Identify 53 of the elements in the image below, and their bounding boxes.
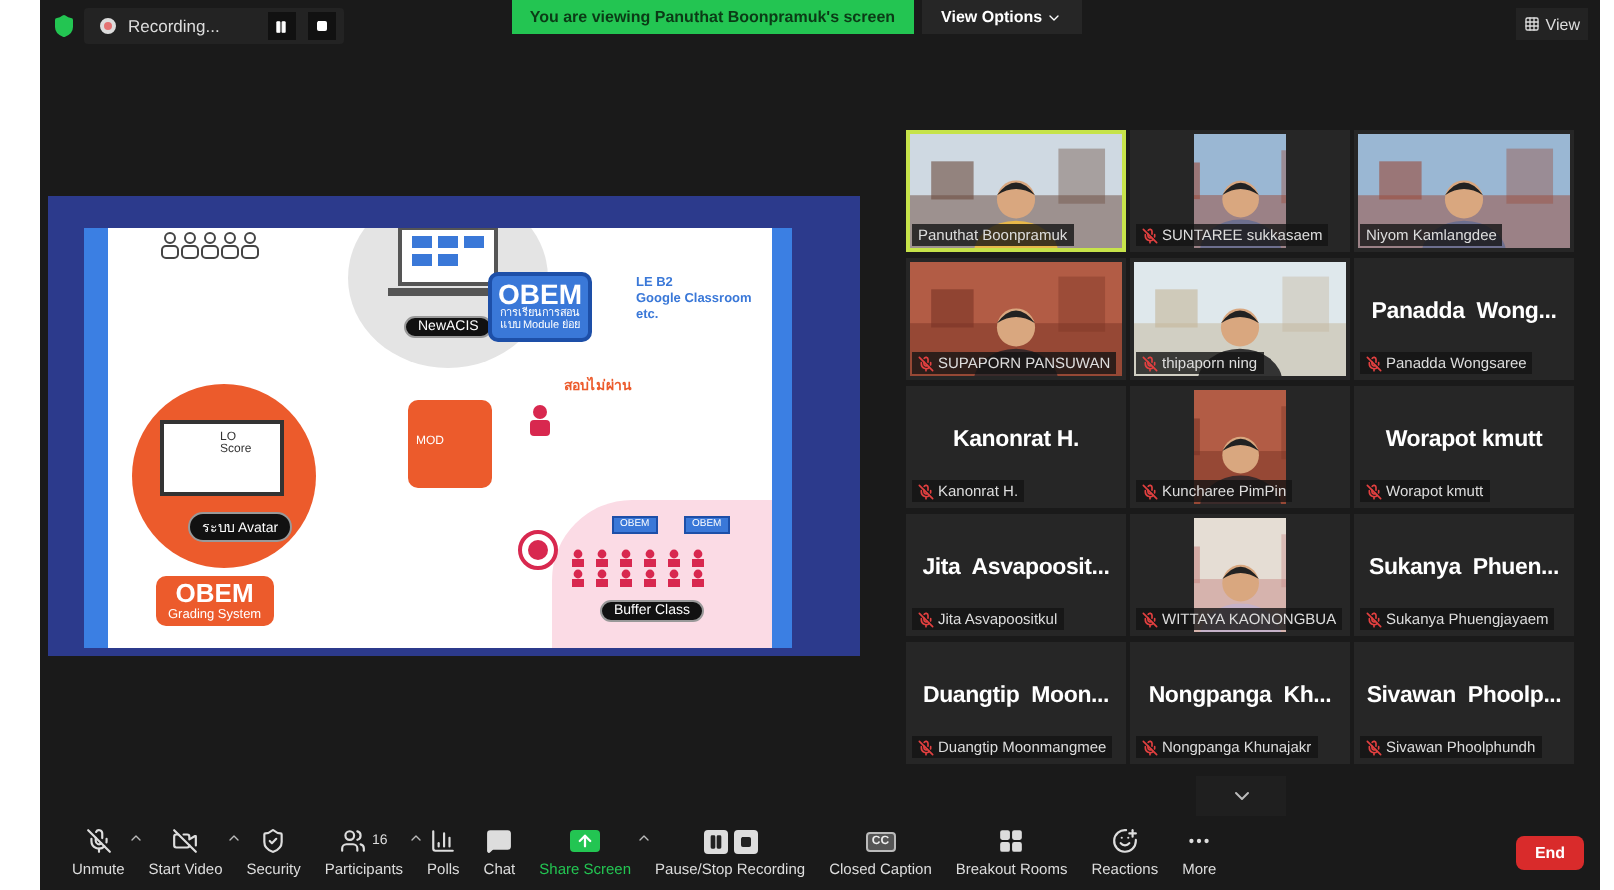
- muted-mic-icon: [1142, 355, 1158, 371]
- pause-icon: [703, 829, 728, 853]
- grid-icon: [1523, 16, 1540, 32]
- muted-mic-icon: [918, 483, 934, 499]
- grid-icon: [998, 828, 1025, 854]
- view-options-button[interactable]: View Options: [921, 0, 1083, 34]
- chat-icon: [486, 828, 513, 854]
- bar-chart-icon: [430, 828, 457, 854]
- participant-name: Duangtip Moon...: [922, 683, 1110, 707]
- muted-mic-icon: [1142, 611, 1158, 627]
- muted-mic-icon: [1142, 739, 1158, 755]
- muted-mic-icon: [1366, 483, 1382, 499]
- muted-mic-icon: [1366, 355, 1382, 371]
- participant-name: Kanonrat H.: [953, 427, 1079, 451]
- sharing-banner: You are viewing Panuthat Boonpramuk's screen: [511, 0, 914, 34]
- caret-icon[interactable]: [226, 830, 243, 846]
- stop-icon: [733, 829, 758, 853]
- muted-mic-icon: [1366, 611, 1382, 627]
- participant-name: Worapot kmutt: [1385, 427, 1543, 451]
- caret-icon[interactable]: [635, 830, 652, 846]
- stop-icon: [315, 20, 328, 32]
- pause-icon: [274, 19, 289, 33]
- caret-icon[interactable]: [407, 830, 424, 846]
- person-icon: [528, 403, 552, 435]
- end-button[interactable]: End: [1516, 835, 1584, 869]
- recording-label: Recording...: [128, 16, 220, 36]
- shield-icon: [52, 14, 76, 38]
- muted-mic-icon: [1142, 483, 1158, 499]
- muted-mic-icon: [918, 739, 934, 755]
- video-off-icon: [172, 828, 199, 854]
- caret-icon[interactable]: [128, 830, 145, 846]
- share-screen-icon: [570, 830, 601, 852]
- smiley-icon: [1111, 828, 1138, 854]
- people-icon: [160, 231, 260, 259]
- muted-mic-icon: [1366, 739, 1382, 755]
- muted-mic-icon: [85, 828, 112, 854]
- box-title: OBEM: [498, 279, 582, 307]
- clock-icon: [516, 527, 560, 571]
- view-button[interactable]: View: [1515, 8, 1588, 40]
- pause-button[interactable]: [267, 12, 296, 40]
- box-title: OBEM: [173, 579, 256, 608]
- muted-mic-icon: [918, 355, 934, 371]
- participant-name: Sivawan Phoolp...: [1366, 683, 1562, 707]
- muted-mic-icon: [918, 611, 934, 627]
- participant-name: Sukanya Phuen...: [1368, 555, 1560, 579]
- participant-name: Jita Asvapoosit...: [922, 555, 1110, 579]
- muted-mic-icon: [1142, 227, 1158, 243]
- people-icon: [340, 828, 367, 854]
- stop-button[interactable]: [307, 12, 336, 40]
- shield-icon: [260, 828, 287, 854]
- participant-name: Nongpanga Kh...: [1148, 683, 1332, 707]
- record-dot-icon: [100, 18, 116, 34]
- participant-name: Panadda Wong...: [1371, 299, 1557, 323]
